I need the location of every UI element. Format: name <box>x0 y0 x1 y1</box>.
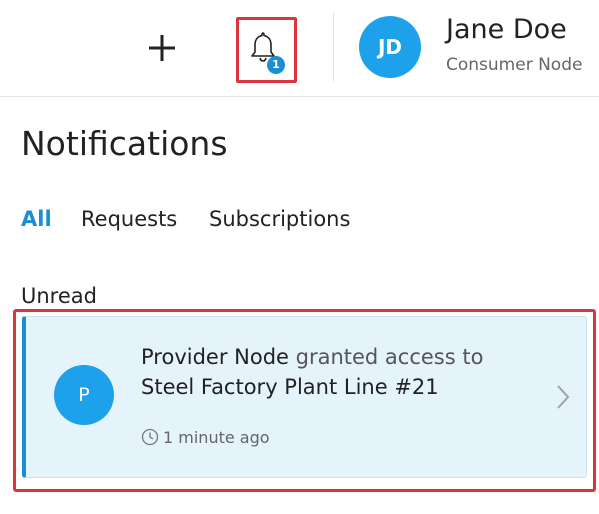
notification-count-badge: 1 <box>267 56 285 74</box>
chevron-right-icon[interactable] <box>554 383 572 411</box>
notification-action: granted access to <box>288 345 484 369</box>
plus-icon <box>149 35 175 61</box>
user-name: Jane Doe <box>446 14 567 45</box>
notification-sender: Provider Node <box>141 345 289 369</box>
clock-icon <box>141 428 159 446</box>
notifications-button[interactable]: 1 <box>236 17 297 83</box>
notification-timestamp: 1 minute ago <box>141 428 270 447</box>
tab-requests[interactable]: Requests <box>81 207 177 231</box>
user-avatar[interactable]: JD <box>359 16 421 78</box>
header-divider <box>333 12 334 82</box>
unread-section-label: Unread <box>21 284 97 308</box>
notification-time-text: 1 minute ago <box>163 428 270 447</box>
notification-target: Steel Factory Plant Line #21 <box>141 375 439 399</box>
tab-subscriptions[interactable]: Subscriptions <box>209 207 350 231</box>
page-title: Notifications <box>21 124 228 163</box>
top-header: 1 JD Jane Doe Consumer Node <box>0 0 599 97</box>
tab-all[interactable]: All <box>21 207 52 231</box>
user-role: Consumer Node <box>446 55 583 75</box>
add-button[interactable] <box>144 30 180 66</box>
sender-avatar: P <box>54 365 114 425</box>
notification-item[interactable]: P Provider Node granted access to Steel … <box>22 316 587 478</box>
notification-message: Provider Node granted access to Steel Fa… <box>141 342 541 402</box>
